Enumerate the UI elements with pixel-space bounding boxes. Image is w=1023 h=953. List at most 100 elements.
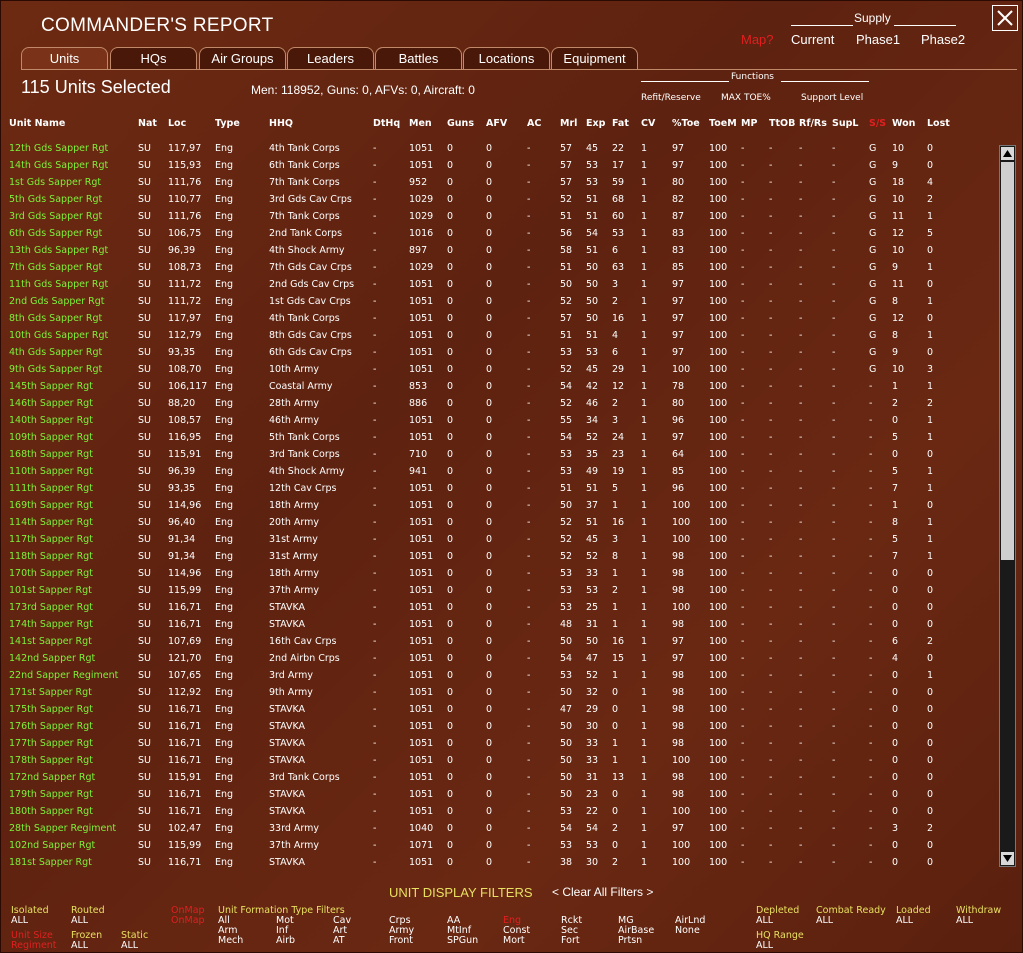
col-unit-name[interactable]: Unit Name (9, 116, 138, 130)
cell-unit-name[interactable]: 6th Gds Sapper Rgt (9, 225, 138, 242)
table-row[interactable]: 142nd Sapper Rgt SU 121,70 Eng 2nd Airbn Crp… (9, 650, 957, 667)
table-row[interactable]: 117th Sapper Rgt SU 91,34 Eng 31st Army -1051… (9, 531, 957, 548)
cell-unit-name[interactable]: 174th Sapper Rgt (9, 616, 138, 633)
table-row[interactable]: 114th Sapper Rgt SU 96,40 Eng 20th Army -1051… (9, 514, 957, 531)
cell-unit-name[interactable]: 173rd Sapper Rgt (9, 599, 138, 616)
col-fat[interactable]: Fat (612, 116, 641, 130)
table-row[interactable]: 168th Sapper Rgt SU 115,91 Eng 3rd Tank Corp… (9, 446, 957, 463)
col-rf-rs[interactable]: Rf/Rs (799, 116, 832, 130)
table-row[interactable]: 6th Gds Sapper Rgt SU 106,75 Eng 2nd Tank Co… (9, 225, 957, 242)
scroll-up-button[interactable] (1001, 147, 1014, 160)
cell-unit-name[interactable]: 109th Sapper Rgt (9, 429, 138, 446)
max-toe-button[interactable]: MAX TOE% (721, 93, 771, 103)
col-hhq[interactable]: HHQ (269, 116, 373, 130)
cell-unit-name[interactable]: 1st Gds Sapper Rgt (9, 174, 138, 191)
table-row[interactable]: 2nd Gds Sapper Rgt SU 111,72 Eng 1st Gds Cav… (9, 293, 957, 310)
col-afv[interactable]: AFV (486, 116, 527, 130)
table-row[interactable]: 140th Sapper Rgt SU 108,57 Eng 46th Army -105… (9, 412, 957, 429)
filter-depleted[interactable]: Depleted ALL (756, 906, 799, 926)
support-level-button[interactable]: Support Level (801, 93, 863, 103)
filter-static[interactable]: Static ALL (121, 931, 148, 951)
cell-unit-name[interactable]: 7th Gds Sapper Rgt (9, 259, 138, 276)
cell-unit-name[interactable]: 169th Sapper Rgt (9, 497, 138, 514)
filter-option-prtsn[interactable]: Prtsn (618, 936, 642, 946)
table-row[interactable]: 101st Sapper Rgt SU 115,99 Eng 37th Army -105… (9, 582, 957, 599)
table-row[interactable]: 177th Sapper Rgt SU 116,71 Eng STAVKA - 1051 0 0… (9, 735, 957, 752)
table-row[interactable]: 178th Sapper Rgt SU 116,71 Eng STAVKA - 1051 0 0… (9, 752, 957, 769)
cell-unit-name[interactable]: 175th Sapper Rgt (9, 701, 138, 718)
cell-unit-name[interactable]: 178th Sapper Rgt (9, 752, 138, 769)
filter-onmap[interactable]: OnMap OnMap (171, 906, 205, 926)
col-cv[interactable]: CV (641, 116, 672, 130)
cell-unit-name[interactable]: 168th Sapper Rgt (9, 446, 138, 463)
cell-unit-name[interactable]: 102nd Sapper Rgt (9, 837, 138, 854)
supply-current-toggle[interactable]: Current (791, 32, 834, 47)
scrollbar-thumb[interactable] (1001, 162, 1014, 560)
col-won[interactable]: Won (892, 116, 927, 130)
supply-phase1-toggle[interactable]: Phase1 (856, 32, 900, 47)
cell-unit-name[interactable]: 142nd Sapper Rgt (9, 650, 138, 667)
cell-unit-name[interactable]: 181st Sapper Rgt (9, 854, 138, 871)
table-row[interactable]: 4th Gds Sapper Rgt SU 93,35 Eng 6th Gds Cav … (9, 344, 957, 361)
clear-all-filters-button[interactable]: < Clear All Filters > (552, 885, 653, 899)
cell-unit-name[interactable]: 110th Sapper Rgt (9, 463, 138, 480)
table-row[interactable]: 1st Gds Sapper Rgt SU 111,76 Eng 7th Tank Co… (9, 174, 957, 191)
table-row[interactable]: 118th Sapper Rgt SU 91,34 Eng 31st Army - 1051… (9, 548, 957, 565)
col-guns[interactable]: Guns (447, 116, 486, 130)
filter-option-front[interactable]: Front (389, 936, 413, 946)
units-scrollbar[interactable] (999, 145, 1016, 867)
table-row[interactable]: 5th Gds Sapper Rgt SU 110,77 Eng 3rd Gds Cav… (9, 191, 957, 208)
col-exp[interactable]: Exp (586, 116, 612, 130)
filter-option-airb[interactable]: Airb (276, 936, 295, 946)
col-type[interactable]: Type (215, 116, 269, 130)
col-mp[interactable]: MP (741, 116, 769, 130)
cell-unit-name[interactable]: 180th Sapper Rgt (9, 803, 138, 820)
tab-leaders[interactable]: Leaders (287, 47, 374, 69)
cell-unit-name[interactable]: 141st Sapper Rgt (9, 633, 138, 650)
table-row[interactable]: 179th Sapper Rgt SU 116,71 Eng STAVKA - 1051 0 0… (9, 786, 957, 803)
filter-loaded[interactable]: Loaded ALL (896, 906, 931, 926)
cell-unit-name[interactable]: 5th Gds Sapper Rgt (9, 191, 138, 208)
cell-unit-name[interactable]: 12th Gds Sapper Rgt (9, 140, 138, 157)
cell-unit-name[interactable]: 117th Sapper Rgt (9, 531, 138, 548)
filter-hq-range[interactable]: HQ Range ALL (756, 931, 804, 951)
cell-unit-name[interactable]: 179th Sapper Rgt (9, 786, 138, 803)
table-row[interactable]: 8th Gds Sapper Rgt SU 117,97 Eng 4th Tank Co… (9, 310, 957, 327)
cell-unit-name[interactable]: 9th Gds Sapper Rgt (9, 361, 138, 378)
col-lost[interactable]: Lost (927, 116, 957, 130)
scroll-down-button[interactable] (1001, 852, 1014, 865)
cell-unit-name[interactable]: 146th Sapper Rgt (9, 395, 138, 412)
tab-locations[interactable]: Locations (463, 47, 550, 69)
cell-unit-name[interactable]: 145th Sapper Rgt (9, 378, 138, 395)
cell-unit-name[interactable]: 140th Sapper Rgt (9, 412, 138, 429)
filter-withdraw[interactable]: Withdraw ALL (956, 906, 1001, 926)
table-row[interactable]: 173rd Sapper Rgt SU 116,71 Eng STAVKA - 1051 0 0… (9, 599, 957, 616)
filter-frozen[interactable]: Frozen ALL (71, 931, 102, 951)
refit-reserve-button[interactable]: Refit/Reserve (641, 93, 701, 103)
col-toem[interactable]: ToeM (709, 116, 741, 130)
col-ac[interactable]: AC (527, 116, 560, 130)
filter-routed[interactable]: Routed ALL (71, 906, 105, 926)
tab-units[interactable]: Units (21, 47, 108, 69)
supply-phase2-toggle[interactable]: Phase2 (921, 32, 965, 47)
table-row[interactable]: 172nd Sapper Rgt SU 115,91 Eng 3rd Tank Corp… (9, 769, 957, 786)
tab-hqs[interactable]: HQs (110, 47, 197, 69)
table-row[interactable]: 110th Sapper Rgt SU 96,39 Eng 4th Shock Army… (9, 463, 957, 480)
cell-unit-name[interactable]: 101st Sapper Rgt (9, 582, 138, 599)
cell-unit-name[interactable]: 176th Sapper Rgt (9, 718, 138, 735)
col-pct-toe[interactable]: %Toe (672, 116, 709, 130)
table-row[interactable]: 181st Sapper Rgt SU 116,71 Eng STAVKA - 1051 0 0… (9, 854, 957, 871)
table-row[interactable]: 176th Sapper Rgt SU 116,71 Eng STAVKA - 1051 0 0… (9, 718, 957, 735)
tab-battles[interactable]: Battles (375, 47, 462, 69)
cell-unit-name[interactable]: 114th Sapper Rgt (9, 514, 138, 531)
tab-equipment[interactable]: Equipment (551, 47, 638, 69)
cell-unit-name[interactable]: 170th Sapper Rgt (9, 565, 138, 582)
cell-unit-name[interactable]: 3rd Gds Sapper Rgt (9, 208, 138, 225)
table-row[interactable]: 111th Sapper Rgt SU 93,35 Eng 12th Cav Crps -… (9, 480, 957, 497)
table-row[interactable]: 146th Sapper Rgt SU 88,20 Eng 28th Army - 886 0… (9, 395, 957, 412)
filter-option-none[interactable]: None (675, 926, 700, 936)
col-supl[interactable]: SupL (832, 116, 869, 130)
table-row[interactable]: 11th Gds Sapper Rgt SU 111,72 Eng 2nd Gds Ca… (9, 276, 957, 293)
close-button[interactable] (992, 5, 1018, 31)
cell-unit-name[interactable]: 111th Sapper Rgt (9, 480, 138, 497)
